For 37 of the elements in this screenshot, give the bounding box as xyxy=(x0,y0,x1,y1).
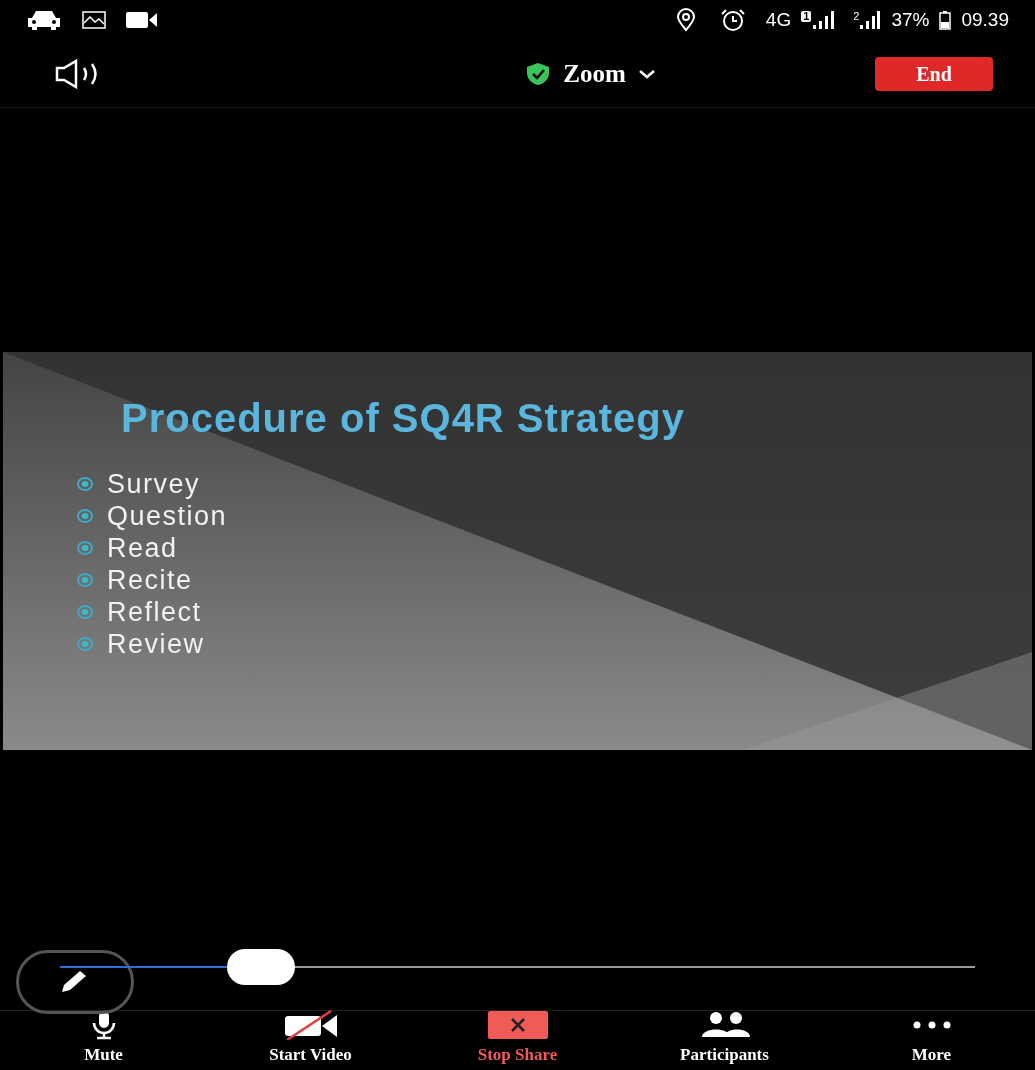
shield-check-icon xyxy=(525,61,552,86)
toolbar-button[interactable]: More xyxy=(828,1011,1035,1070)
bullet-text: Survey xyxy=(107,470,201,498)
toolbar-button[interactable]: Participants xyxy=(621,1011,828,1070)
signal-icon xyxy=(859,11,882,29)
end-button[interactable]: End xyxy=(875,56,993,91)
battery-percent: 37% xyxy=(891,7,930,32)
bullet-icon xyxy=(77,541,93,555)
bullet-icon xyxy=(77,637,93,651)
toolbar-button[interactable]: Mute xyxy=(0,1011,207,1070)
chevron-down-icon xyxy=(637,68,656,79)
image-icon xyxy=(82,11,106,29)
signal-icon xyxy=(811,11,836,29)
bullet-icon xyxy=(77,509,93,523)
toolbar-button[interactable]: Stop Share xyxy=(414,1011,621,1070)
meeting-title-dropdown[interactable]: Zoom xyxy=(563,54,656,93)
bullet-icon xyxy=(77,573,93,587)
slider-thumb[interactable] xyxy=(227,949,296,985)
network-type: 4G xyxy=(765,7,792,32)
more-icon xyxy=(911,1020,952,1031)
clock-time: 09.39 xyxy=(961,7,1009,32)
bullet-text: Review xyxy=(107,630,205,658)
battery-icon xyxy=(939,10,952,30)
location-pin-icon xyxy=(675,8,696,32)
video-camera-icon xyxy=(126,11,158,29)
bullet-icon xyxy=(77,477,93,491)
bullet-text: Reflect xyxy=(107,598,202,626)
alarm-clock-icon xyxy=(719,8,746,32)
sim-number: 2 xyxy=(853,11,860,22)
bullet-icon xyxy=(77,605,93,619)
toolbar-button[interactable]: Start Video xyxy=(207,1011,414,1070)
bullet-text: Question xyxy=(107,502,228,530)
bullet-text: Read xyxy=(107,534,178,562)
bullet-text: Recite xyxy=(107,566,193,594)
sim-badge: 1 xyxy=(801,11,812,22)
car-icon xyxy=(26,9,62,31)
slide-title: Procedure of SQ4R Strategy xyxy=(121,395,685,442)
